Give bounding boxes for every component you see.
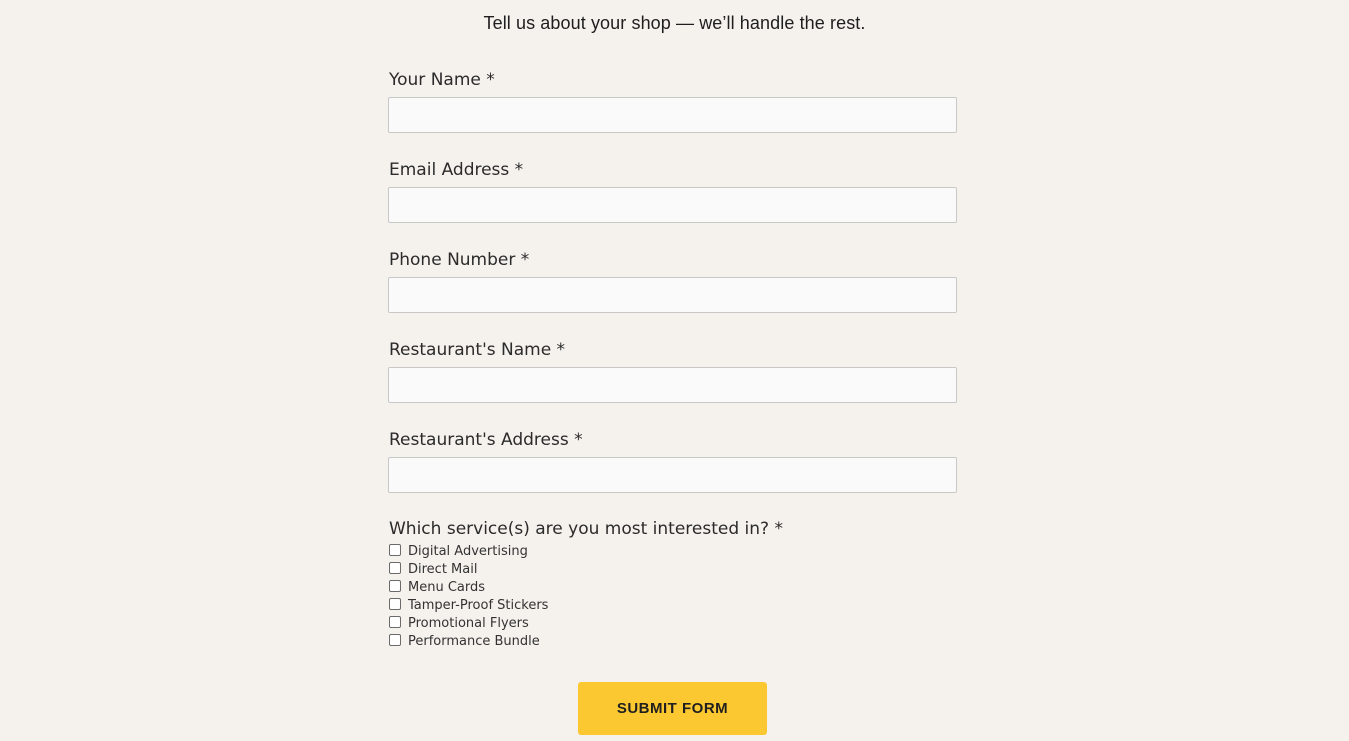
your-name-label: Your Name * xyxy=(389,70,495,90)
checkbox-unchecked-icon[interactable] xyxy=(389,598,401,610)
checkbox-unchecked-icon[interactable] xyxy=(389,616,401,628)
phone-label: Phone Number * xyxy=(389,250,530,270)
email-label: Email Address * xyxy=(389,160,524,180)
services-label: Which service(s) are you most interested… xyxy=(389,519,783,539)
checkbox-unchecked-icon[interactable] xyxy=(389,544,401,556)
service-option-label: Performance Bundle xyxy=(408,633,540,649)
field-restaurant-name: Restaurant's Name * xyxy=(388,336,957,403)
service-option-performance-bundle[interactable]: Performance Bundle xyxy=(388,632,957,650)
service-option-tamper-proof-stickers[interactable]: Tamper-Proof Stickers xyxy=(388,596,957,614)
field-your-name: Your Name * xyxy=(388,66,957,133)
restaurant-name-input[interactable] xyxy=(388,367,957,403)
service-option-label: Tamper-Proof Stickers xyxy=(408,597,549,613)
your-name-input[interactable] xyxy=(388,97,957,133)
submit-form-button[interactable]: SUBMIT FORM xyxy=(578,682,767,735)
services-checkbox-list: Digital Advertising Direct Mail Menu Car… xyxy=(388,542,957,650)
checkbox-unchecked-icon[interactable] xyxy=(389,562,401,574)
field-phone: Phone Number * xyxy=(388,246,957,313)
service-option-label: Menu Cards xyxy=(408,579,486,595)
checkbox-unchecked-icon[interactable] xyxy=(389,580,401,592)
email-input[interactable] xyxy=(388,187,957,223)
service-option-label: Direct Mail xyxy=(408,561,478,577)
service-option-digital-advertising[interactable]: Digital Advertising xyxy=(388,542,957,560)
page-tagline: Tell us about your shop — we’ll handle t… xyxy=(483,13,866,33)
service-option-promotional-flyers[interactable]: Promotional Flyers xyxy=(388,614,957,632)
field-email: Email Address * xyxy=(388,156,957,223)
service-option-label: Promotional Flyers xyxy=(408,615,529,631)
service-option-label: Digital Advertising xyxy=(408,543,528,559)
service-option-direct-mail[interactable]: Direct Mail xyxy=(388,560,957,578)
service-option-menu-cards[interactable]: Menu Cards xyxy=(388,578,957,596)
field-restaurant-address: Restaurant's Address * xyxy=(388,426,957,493)
contact-form: Your Name * Email Address * Phone Number… xyxy=(388,66,957,650)
checkbox-unchecked-icon[interactable] xyxy=(389,634,401,646)
restaurant-address-input[interactable] xyxy=(388,457,957,493)
services-group: Which service(s) are you most interested… xyxy=(388,516,957,650)
restaurant-address-label: Restaurant's Address * xyxy=(389,430,583,450)
phone-input[interactable] xyxy=(388,277,957,313)
restaurant-name-label: Restaurant's Name * xyxy=(389,340,566,360)
